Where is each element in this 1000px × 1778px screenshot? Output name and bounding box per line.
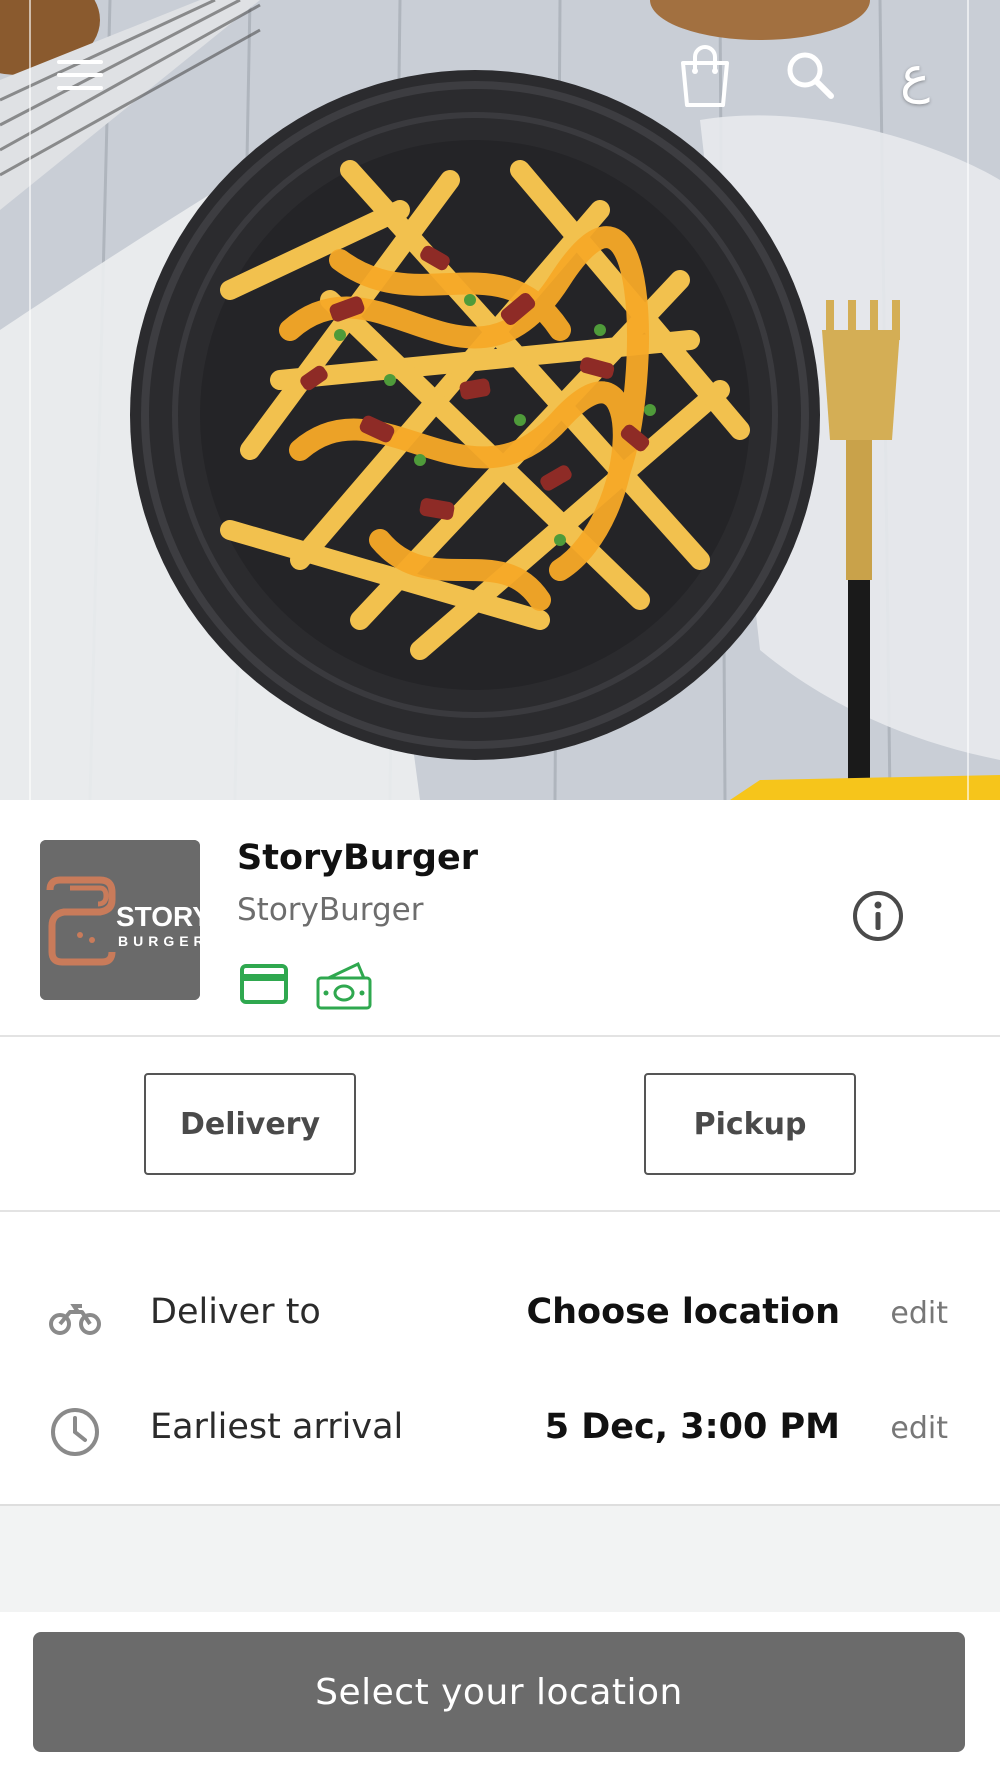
order-type-selector: Delivery Pickup	[0, 1037, 1000, 1212]
pickup-button[interactable]: Pickup	[644, 1073, 856, 1175]
arrival-label: Earliest arrival	[150, 1407, 404, 1447]
menu-icon[interactable]	[45, 40, 115, 110]
language-toggle[interactable]: ع	[880, 40, 950, 110]
hero-image: ع	[0, 0, 1000, 800]
delivery-details: Deliver to Choose location edit Earliest…	[0, 1212, 1000, 1506]
info-icon[interactable]	[850, 888, 906, 944]
logo-text-main: STORY	[116, 901, 200, 932]
restaurant-logo: STORY BURGER	[40, 840, 200, 1000]
motorbike-icon	[48, 1290, 102, 1344]
credit-card-icon	[240, 964, 288, 1004]
arrival-edit-link[interactable]: edit	[890, 1411, 948, 1446]
search-icon[interactable]	[775, 40, 845, 110]
select-location-button[interactable]: Select your location	[33, 1632, 965, 1752]
arrival-row[interactable]: Earliest arrival 5 Dec, 3:00 PM edit	[0, 1387, 1000, 1477]
arrival-value[interactable]: 5 Dec, 3:00 PM	[545, 1407, 840, 1447]
cash-icon	[316, 961, 372, 1010]
restaurant-name: StoryBurger	[237, 838, 478, 878]
select-location-label: Select your location	[315, 1671, 683, 1713]
clock-icon	[48, 1405, 102, 1459]
logo-text-sub: BURGER	[118, 933, 200, 949]
payment-methods	[240, 960, 380, 1010]
restaurant-card: STORY BURGER StoryBurger StoryBurger	[0, 800, 1000, 1037]
deliver-to-label: Deliver to	[150, 1292, 321, 1332]
deliver-to-value[interactable]: Choose location	[526, 1292, 840, 1332]
restaurant-subtitle: StoryBurger	[237, 892, 424, 928]
shopping-bag-icon[interactable]	[670, 40, 740, 110]
deliver-to-edit-link[interactable]: edit	[890, 1296, 948, 1331]
top-bar: ع	[0, 0, 1000, 160]
delivery-button[interactable]: Delivery	[144, 1073, 356, 1175]
deliver-to-row[interactable]: Deliver to Choose location edit	[0, 1272, 1000, 1362]
